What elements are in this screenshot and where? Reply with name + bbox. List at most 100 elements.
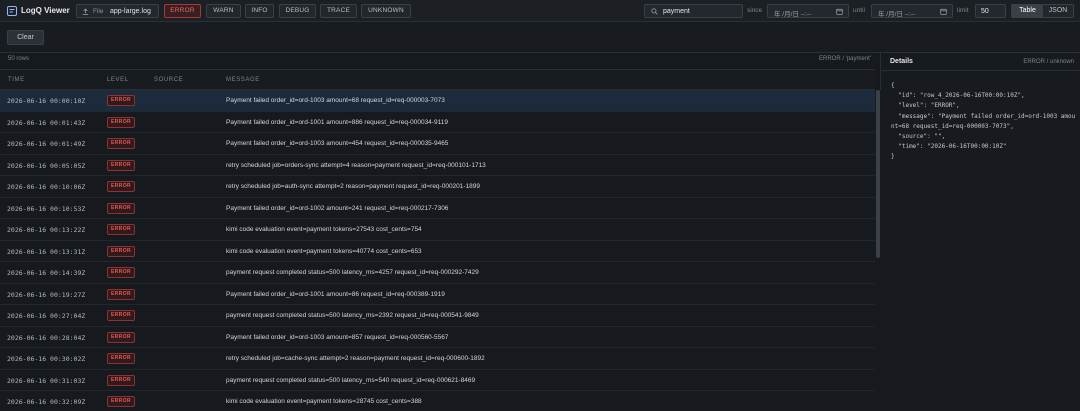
cell-message: Payment failed order_id=ord-1001 amount=…: [226, 118, 448, 126]
level-badge: ERROR: [107, 159, 135, 171]
app-title: LogQ Viewer: [21, 6, 70, 15]
level-filter-error[interactable]: ERROR: [164, 4, 201, 18]
cell-time: 2026-06-16 00:32:09Z: [7, 398, 86, 406]
level-filter-info[interactable]: INFO: [245, 4, 274, 18]
table-row[interactable]: 2026-06-16 00:13:22Z ERROR kimi code evalu…: [0, 219, 875, 241]
table-row[interactable]: 2026-06-16 00:13:31Z ERROR kimi code evalu…: [0, 241, 875, 262]
cell-time: 2026-06-16 00:14:39Z: [7, 269, 86, 277]
calendar-icon[interactable]: [836, 8, 843, 15]
cell-message: payment request completed status=500 lat…: [226, 312, 479, 319]
file-name: app-large.log: [110, 8, 151, 15]
level-filter-warn[interactable]: WARN: [206, 4, 241, 18]
table-row[interactable]: 2026-06-16 00:32:09Z ERROR kimi code evalu…: [0, 391, 875, 411]
cell-message: kimi code evaluation event=payment token…: [226, 398, 422, 405]
since-label: since: [747, 7, 763, 14]
cell-time: 2026-06-16 00:13:31Z: [7, 247, 86, 256]
search-value: payment: [663, 8, 690, 15]
cell-message: retry scheduled job=cache-sync attempt=2…: [226, 355, 485, 362]
table-row[interactable]: 2026-06-16 00:31:03Z ERROR payment request…: [0, 370, 875, 391]
rows-count: 50 rows: [8, 56, 30, 62]
filter-summary: ERROR / 'payment': [819, 56, 871, 62]
cell-time: 2026-06-16 00:28:04Z: [7, 333, 86, 342]
table-row[interactable]: 2026-06-16 00:14:39Z ERROR payment request…: [0, 262, 875, 284]
level-badge: ERROR: [107, 202, 135, 214]
upload-icon: [82, 8, 89, 15]
level-filter-debug[interactable]: DEBUG: [279, 4, 316, 18]
cell-time: 2026-06-16 00:05:05Z: [7, 161, 86, 170]
top-toolbar: LogQ Viewer File app-large.log ERROR WAR…: [0, 0, 1080, 22]
level-badge: ERROR: [107, 331, 135, 343]
table-row[interactable]: 2026-06-16 00:01:49Z ERROR Payment failed …: [0, 133, 875, 155]
table-row[interactable]: 2026-06-16 00:28:04Z ERROR Payment failed …: [0, 327, 875, 348]
limit-value: 50: [981, 8, 989, 15]
cell-message: retry scheduled job=orders-sync attempt=…: [226, 161, 486, 169]
scrollbar-thumb[interactable]: [876, 90, 880, 258]
file-open-button[interactable]: File app-large.log: [76, 4, 159, 18]
level-badge: ERROR: [107, 181, 135, 192]
level-badge: ERROR: [107, 138, 135, 149]
table-header: TIME LEVEL SOURCE MESSAGE: [0, 69, 875, 90]
until-label: until: [853, 7, 865, 14]
cell-message: payment request completed status=500 lat…: [226, 376, 476, 384]
level-badge: ERROR: [107, 116, 135, 128]
cell-time: 2026-06-16 00:31:03Z: [7, 376, 86, 385]
cell-time: 2026-06-16 00:27:04Z: [7, 312, 86, 320]
table-row[interactable]: 2026-06-16 00:00:10Z ERROR Payment failed …: [0, 90, 875, 112]
column-header-level[interactable]: LEVEL: [107, 77, 129, 83]
action-bar: Clear: [0, 22, 1080, 53]
details-title: Details: [890, 58, 913, 65]
column-header-message[interactable]: MESSAGE: [226, 77, 260, 83]
until-value: 年 /月/日 --:--: [878, 11, 916, 18]
table-scrollbar[interactable]: [875, 90, 881, 411]
level-badge: ERROR: [107, 288, 135, 300]
cell-message: Payment failed order_id=ord-1003 amount=…: [226, 140, 449, 147]
table-row[interactable]: 2026-06-16 00:10:53Z ERROR Payment failed …: [0, 198, 875, 219]
file-label: File: [93, 8, 104, 15]
level-badge: ERROR: [107, 245, 135, 257]
clear-button[interactable]: Clear: [7, 30, 44, 45]
level-badge: ERROR: [107, 95, 135, 106]
cell-time: 2026-06-16 00:01:43Z: [7, 118, 86, 127]
details-json: { "id": "row_4_2026-06-16T00:00:10Z", "l…: [891, 82, 1076, 161]
level-badge: ERROR: [107, 353, 135, 364]
until-date-input[interactable]: 年 /月/日 --:--: [871, 4, 953, 18]
level-badge: ERROR: [107, 374, 135, 386]
cell-message: Payment failed order_id=ord-1003 amount=…: [226, 333, 449, 341]
table-row[interactable]: 2026-06-16 00:27:04Z ERROR payment request…: [0, 305, 875, 327]
limit-input[interactable]: 50: [975, 4, 1006, 18]
since-value: 年 /月/日 --:--: [774, 11, 812, 18]
cell-time: 2026-06-16 00:13:22Z: [7, 226, 86, 234]
details-header: Details ERROR / unknown: [882, 53, 1080, 71]
json-view-button[interactable]: JSON: [1043, 5, 1073, 17]
level-badge: ERROR: [107, 396, 135, 407]
cell-time: 2026-06-16 00:10:06Z: [7, 183, 86, 191]
logo-icon: [7, 6, 17, 16]
cell-message: Payment failed order_id=ord-1003 amount=…: [226, 97, 445, 104]
view-toggle: Table JSON: [1011, 4, 1074, 18]
search-input[interactable]: payment: [644, 4, 743, 18]
table-view-button[interactable]: Table: [1012, 5, 1043, 17]
cell-time: 2026-06-16 00:01:49Z: [7, 140, 86, 148]
table-row[interactable]: 2026-06-16 00:05:05Z ERROR retry scheduled…: [0, 155, 875, 176]
level-filter-unknown[interactable]: UNKNOWN: [361, 4, 411, 18]
cell-message: retry scheduled job=auth-sync attempt=2 …: [226, 183, 481, 190]
column-header-time[interactable]: TIME: [8, 77, 25, 83]
table-row[interactable]: 2026-06-16 00:10:06Z ERROR retry scheduled…: [0, 176, 875, 198]
table-row[interactable]: 2026-06-16 00:30:02Z ERROR retry scheduled…: [0, 348, 875, 370]
table-row[interactable]: 2026-06-16 00:19:27Z ERROR Payment failed …: [0, 284, 875, 305]
limit-label: limit: [957, 7, 969, 14]
level-badge: ERROR: [107, 224, 135, 235]
table-row[interactable]: 2026-06-16 00:01:43Z ERROR Payment failed …: [0, 112, 875, 133]
level-filter-trace[interactable]: TRACE: [320, 4, 357, 18]
cell-time: 2026-06-16 00:30:02Z: [7, 355, 86, 363]
cell-time: 2026-06-16 00:10:53Z: [7, 204, 86, 213]
level-badge: ERROR: [107, 310, 135, 321]
cell-time: 2026-06-16 00:00:10Z: [7, 97, 86, 105]
cell-message: Payment failed order_id=ord-1001 amount=…: [226, 290, 445, 298]
since-date-input[interactable]: 年 /月/日 --:--: [767, 4, 849, 18]
calendar-icon[interactable]: [940, 8, 947, 15]
cell-message: Payment failed order_id=ord-1002 amount=…: [226, 204, 449, 212]
column-header-source[interactable]: SOURCE: [154, 77, 183, 83]
cell-message: payment request completed status=500 lat…: [226, 269, 479, 276]
log-table-panel: 50 rows ERROR / 'payment' TIME LEVEL SOU…: [0, 53, 881, 411]
